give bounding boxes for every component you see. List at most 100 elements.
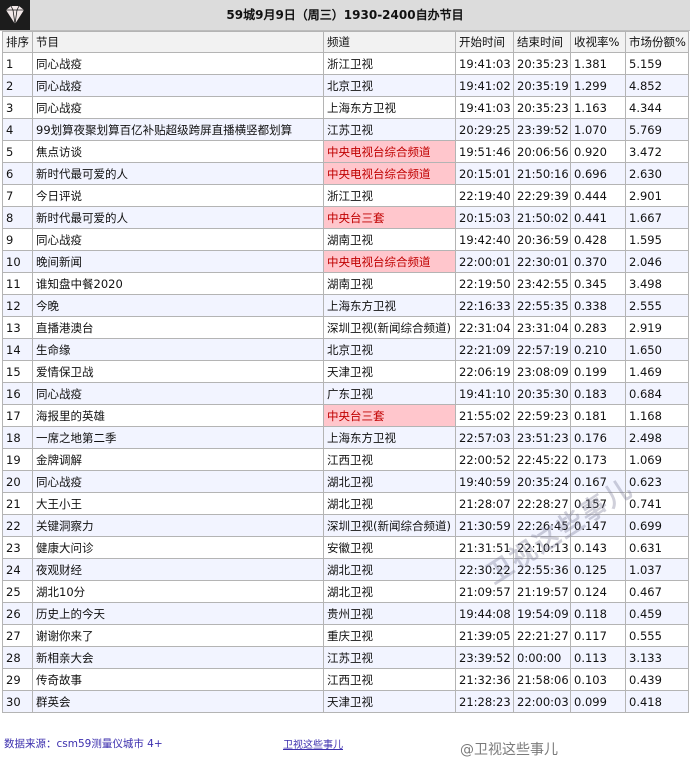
cell-rank: 29 — [2, 668, 33, 691]
table-row: 7 今日评说 浙江卫视 22:19:40 22:29:39 0.444 2.901 — [2, 184, 689, 207]
cell-end-time: 20:35:30 — [513, 382, 571, 405]
cell-share: 0.555 — [625, 624, 689, 647]
table-row: 4 99划算夜聚划算百亿补贴超级跨屏直播横竖都划算 江苏卫视 20:29:25 23:3… — [2, 118, 689, 141]
table-row: 10 晚间新闻 中央电视台综合频道 22:00:01 22:30:01 0.370 2.04… — [2, 250, 689, 273]
cell-program: 谁知盘中餐2020 — [32, 272, 324, 295]
table-row: 19 金牌调解 江西卫视 22:00:52 22:45:22 0.173 1.069 — [2, 448, 689, 471]
cell-share: 3.133 — [625, 646, 689, 669]
cell-rating: 0.103 — [570, 668, 626, 691]
cell-share: 3.472 — [625, 140, 689, 163]
cell-rating: 1.070 — [570, 118, 626, 141]
cell-end-time: 22:55:35 — [513, 294, 571, 317]
cell-start-time: 19:42:40 — [455, 228, 514, 251]
cell-rating: 0.143 — [570, 536, 626, 559]
cell-channel: 浙江卫视 — [323, 52, 456, 75]
cell-end-time: 23:42:55 — [513, 272, 571, 295]
cell-rating: 0.113 — [570, 646, 626, 669]
cell-program: 新时代最可爱的人 — [32, 162, 324, 185]
cell-rating: 0.696 — [570, 162, 626, 185]
cell-rank: 17 — [2, 404, 33, 427]
cell-program: 金牌调解 — [32, 448, 324, 471]
cell-program: 焦点访谈 — [32, 140, 324, 163]
ratings-page: 59城9月9日（周三）1930-2400自办节目 排序 节目 频道 开始时间 结… — [0, 0, 690, 767]
cell-rank: 28 — [2, 646, 33, 669]
cell-program: 同心战疫 — [32, 96, 324, 119]
cell-rank: 25 — [2, 580, 33, 603]
cell-program: 爱情保卫战 — [32, 360, 324, 383]
cell-end-time: 20:06:56 — [513, 140, 571, 163]
cell-program: 谢谢你来了 — [32, 624, 324, 647]
cell-end-time: 22:59:23 — [513, 404, 571, 427]
table-row: 16 同心战疫 广东卫视 19:41:10 20:35:30 0.183 0.684 — [2, 382, 689, 405]
table-row: 18 一席之地第二季 上海东方卫视 22:57:03 23:51:23 0.176 2.49… — [2, 426, 689, 449]
cell-start-time: 20:15:03 — [455, 206, 514, 229]
cell-start-time: 22:21:09 — [455, 338, 514, 361]
cell-program: 群英会 — [32, 690, 324, 713]
cell-program: 99划算夜聚划算百亿补贴超级跨屏直播横竖都划算 — [32, 118, 324, 141]
cell-program: 历史上的今天 — [32, 602, 324, 625]
cell-program: 同心战疫 — [32, 470, 324, 493]
cell-channel: 湖北卫视 — [323, 470, 456, 493]
cell-rank: 16 — [2, 382, 33, 405]
cell-rank: 30 — [2, 690, 33, 713]
table-row: 26 历史上的今天 贵州卫视 19:44:08 19:54:09 0.118 0.459 — [2, 602, 689, 625]
cell-end-time: 20:35:19 — [513, 74, 571, 97]
table-row: 17 海报里的英雄 中央台三套 21:55:02 22:59:23 0.181 1.168 — [2, 404, 689, 427]
cell-program: 直播港澳台 — [32, 316, 324, 339]
cell-share: 0.699 — [625, 514, 689, 537]
cell-start-time: 22:00:52 — [455, 448, 514, 471]
footer-link[interactable]: 卫视这些事儿 — [283, 736, 343, 751]
cell-channel: 上海东方卫视 — [323, 96, 456, 119]
cell-program: 同心战疫 — [32, 74, 324, 97]
cell-channel: 安徽卫视 — [323, 536, 456, 559]
data-source-note: 数据来源：csm59测量仪城市 4+ — [4, 738, 163, 750]
cell-share: 0.631 — [625, 536, 689, 559]
cell-rank: 15 — [2, 360, 33, 383]
cell-share: 1.037 — [625, 558, 689, 581]
cell-start-time: 19:41:03 — [455, 52, 514, 75]
header-rank: 排序 — [2, 31, 33, 53]
cell-rank: 23 — [2, 536, 33, 559]
cell-rank: 9 — [2, 228, 33, 251]
cell-program: 大王小王 — [32, 492, 324, 515]
cell-channel: 江苏卫视 — [323, 646, 456, 669]
cell-program: 健康大问诊 — [32, 536, 324, 559]
table-row: 14 生命缘 北京卫视 22:21:09 22:57:19 0.210 1.650 — [2, 338, 689, 361]
cell-rank: 12 — [2, 294, 33, 317]
cell-end-time: 23:31:04 — [513, 316, 571, 339]
header-channel: 频道 — [323, 31, 456, 53]
cell-end-time: 22:21:27 — [513, 624, 571, 647]
cell-rating: 0.181 — [570, 404, 626, 427]
cell-rating: 0.338 — [570, 294, 626, 317]
cell-start-time: 21:28:23 — [455, 690, 514, 713]
cell-start-time: 19:41:03 — [455, 96, 514, 119]
cell-start-time: 21:55:02 — [455, 404, 514, 427]
cell-program: 夜观财经 — [32, 558, 324, 581]
cell-share: 0.439 — [625, 668, 689, 691]
cell-rating: 0.428 — [570, 228, 626, 251]
cell-channel: 湖南卫视 — [323, 228, 456, 251]
cell-end-time: 22:45:22 — [513, 448, 571, 471]
table-row: 23 健康大问诊 安徽卫视 21:31:51 22:10:13 0.143 0.631 — [2, 536, 689, 559]
table-row: 8 新时代最可爱的人 中央台三套 20:15:03 21:50:02 0.441 1.667 — [2, 206, 689, 229]
cell-end-time: 21:50:16 — [513, 162, 571, 185]
cell-rating: 0.441 — [570, 206, 626, 229]
cell-end-time: 20:36:59 — [513, 228, 571, 251]
cell-channel: 中央电视台综合频道 — [323, 162, 456, 185]
table-row: 1 同心战疫 浙江卫视 19:41:03 20:35:23 1.381 5.159 — [2, 52, 689, 75]
cell-rating: 0.210 — [570, 338, 626, 361]
cell-rank: 2 — [2, 74, 33, 97]
table-row: 6 新时代最可爱的人 中央电视台综合频道 20:15:01 21:50:16 0.696 2… — [2, 162, 689, 185]
cell-channel: 深圳卫视(新闻综合频道) — [323, 514, 456, 537]
cell-share: 1.469 — [625, 360, 689, 383]
cell-end-time: 21:50:02 — [513, 206, 571, 229]
cell-rating: 0.920 — [570, 140, 626, 163]
cell-rank: 13 — [2, 316, 33, 339]
cell-end-time: 22:29:39 — [513, 184, 571, 207]
cell-rank: 7 — [2, 184, 33, 207]
cell-rating: 0.099 — [570, 690, 626, 713]
header-end-time: 结束时间 — [513, 31, 571, 53]
cell-start-time: 19:41:10 — [455, 382, 514, 405]
title-bar: 59城9月9日（周三）1930-2400自办节目 — [0, 0, 690, 31]
cell-start-time: 21:39:05 — [455, 624, 514, 647]
